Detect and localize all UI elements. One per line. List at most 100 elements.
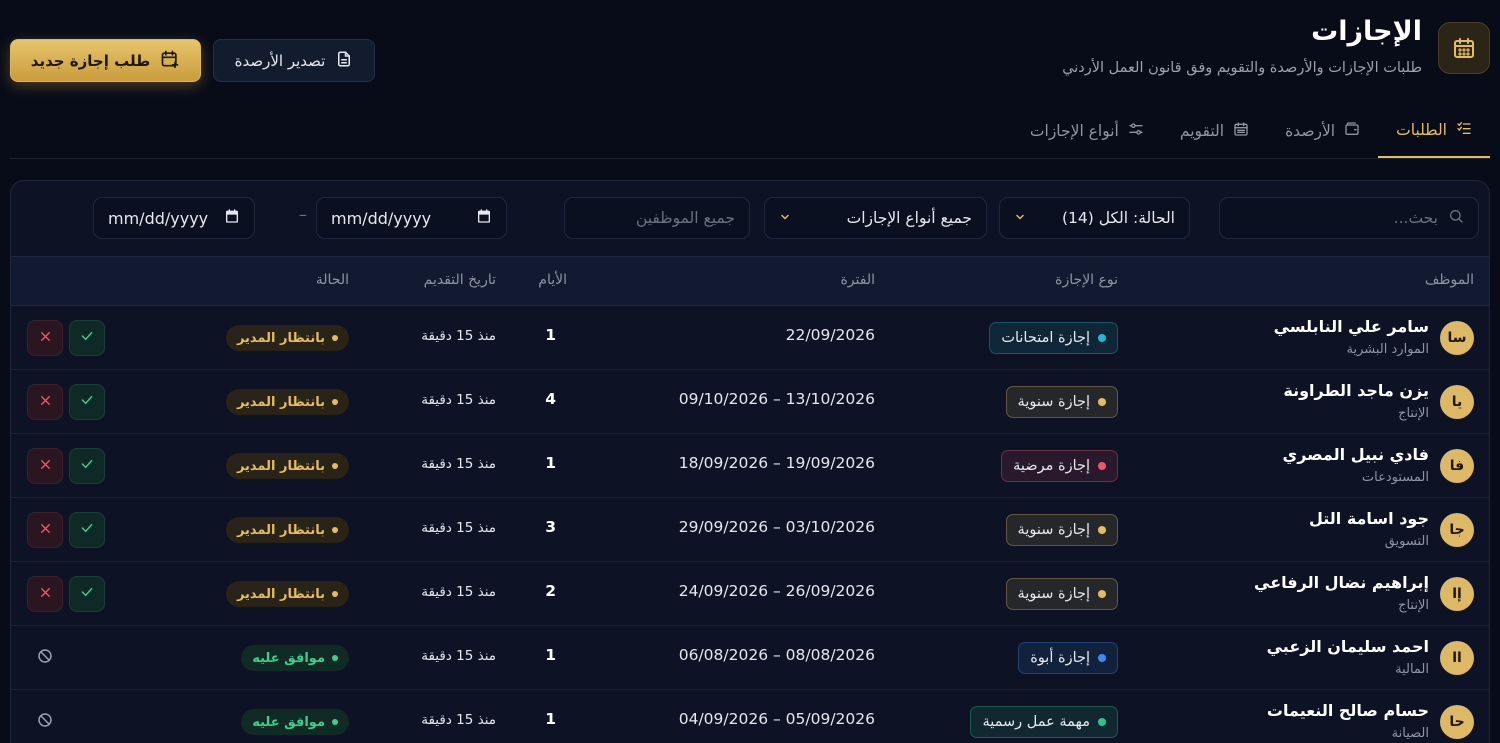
status-label: بانتظار المدير	[236, 330, 325, 346]
col-employee[interactable]: الموظف	[1425, 272, 1474, 288]
status-label: موافق عليه	[252, 714, 325, 730]
employee-name[interactable]: سامر علي النابلسي	[1274, 317, 1429, 336]
status-badge: بانتظار المدير	[225, 389, 349, 415]
status-badge: موافق عليه	[241, 709, 349, 735]
leave-period: 04/09/2026 – 05/09/2026	[678, 710, 875, 728]
avatar: جا	[1440, 513, 1474, 547]
table-row: يا يزن ماجد الطراونة الإنتاج إجازة سنوية 09/…	[11, 370, 1489, 434]
employee-filter-placeholder: جميع الموظفين	[635, 209, 735, 227]
leave-type-badge: إجازة امتحانات	[989, 322, 1118, 354]
search-placeholder: بحث...	[1393, 209, 1438, 227]
status-filter-select[interactable]: الحالة: الكل (14)	[999, 197, 1190, 239]
date-to-input[interactable]: mm/dd/yyyy	[93, 197, 255, 239]
tab-calendar[interactable]: التقويم	[1162, 104, 1267, 158]
calendar-icon	[1438, 22, 1490, 74]
col-days[interactable]: الأيام	[538, 272, 567, 288]
chevron-down-icon	[779, 209, 791, 227]
col-period[interactable]: الفترة	[840, 272, 875, 288]
close-icon	[38, 457, 53, 476]
leave-type-dot	[1098, 526, 1106, 534]
employee-filter-input[interactable]: جميع الموظفين	[564, 197, 750, 239]
tab-balances[interactable]: الأرصدة	[1267, 104, 1378, 158]
col-status[interactable]: الحالة	[316, 272, 349, 288]
avatar: فا	[1440, 449, 1474, 483]
submitted-at: منذ 15 دقيقة	[421, 392, 496, 408]
submitted-at: منذ 15 دقيقة	[421, 328, 496, 344]
search-icon	[1448, 208, 1464, 228]
check-icon	[79, 520, 95, 540]
cancel-request-button[interactable]	[27, 640, 63, 676]
leave-type-badge: إجازة مرضية	[1001, 450, 1118, 482]
leave-type-label: إجازة أبوة	[1030, 650, 1090, 666]
employee-name[interactable]: إبراهيم نضال الرفاعي	[1254, 573, 1429, 592]
status-dot	[332, 399, 338, 405]
employee-name[interactable]: احمد سليمان الزعبي	[1267, 637, 1429, 656]
leave-type-dot	[1098, 334, 1106, 342]
status-dot	[332, 463, 338, 469]
leave-period: 29/09/2026 – 03/10/2026	[678, 518, 875, 536]
avatar: حا	[1440, 705, 1474, 739]
calendar-grid-icon	[1233, 121, 1249, 141]
reject-button[interactable]	[27, 448, 63, 484]
col-submitted[interactable]: تاريخ التقديم	[424, 272, 496, 288]
table-row: حا حسام صالح النعيمات الصيانة مهمة عمل رسمي…	[11, 690, 1489, 743]
cancel-request-button[interactable]	[27, 704, 63, 740]
employee-name[interactable]: حسام صالح النعيمات	[1267, 701, 1429, 720]
table-row: اا احمد سليمان الزعبي المالية إجازة أبوة 06/…	[11, 626, 1489, 690]
approve-button[interactable]	[69, 576, 105, 612]
approve-button[interactable]	[69, 320, 105, 356]
calendar-plus-icon	[160, 49, 180, 73]
avatar: يا	[1440, 385, 1474, 419]
employee-department: الموارد البشرية	[1346, 342, 1429, 357]
leave-type-dot	[1098, 718, 1106, 726]
employee-department: المالية	[1395, 662, 1429, 677]
employee-name[interactable]: فادي نبيل المصري	[1283, 445, 1429, 464]
leave-type-label: إجازة امتحانات	[1001, 330, 1090, 346]
col-leave-type[interactable]: نوع الإجازة	[1055, 272, 1118, 288]
status-label: موافق عليه	[252, 650, 325, 666]
check-icon	[79, 584, 95, 604]
ban-icon	[36, 647, 54, 669]
leave-type-badge: إجازة سنوية	[1005, 514, 1118, 546]
status-dot	[332, 719, 338, 725]
leave-type-dot	[1098, 398, 1106, 406]
tab-leave-types[interactable]: أنواع الإجازات	[1012, 104, 1162, 158]
avatar: إا	[1440, 577, 1474, 611]
check-icon	[79, 456, 95, 476]
tab-requests-label: الطلبات	[1396, 121, 1447, 139]
approve-button[interactable]	[69, 512, 105, 548]
page-title: الإجازات	[1311, 16, 1422, 47]
leave-period: 09/10/2026 – 13/10/2026	[678, 390, 875, 408]
leave-type-label: إجازة سنوية	[1017, 394, 1090, 410]
search-input[interactable]: بحث...	[1219, 197, 1479, 239]
employee-name[interactable]: يزن ماجد الطراونة	[1283, 381, 1429, 400]
reject-button[interactable]	[27, 320, 63, 356]
calendar-icon	[224, 208, 240, 228]
employee-name[interactable]: جود اسامة التل	[1309, 509, 1429, 528]
approve-button[interactable]	[69, 384, 105, 420]
status-badge: موافق عليه	[241, 645, 349, 671]
leave-type-label: إجازة سنوية	[1017, 586, 1090, 602]
status-dot	[332, 591, 338, 597]
requests-panel: بحث... الحالة: الكل (14) جميع أنواع الإج…	[10, 180, 1490, 743]
leave-type-label: إجازة سنوية	[1017, 522, 1090, 538]
tab-requests[interactable]: الطلبات	[1378, 104, 1490, 158]
approve-button[interactable]	[69, 448, 105, 484]
close-icon	[38, 393, 53, 412]
leave-type-filter-select[interactable]: جميع أنواع الإجازات	[764, 197, 987, 239]
tab-balances-label: الأرصدة	[1285, 122, 1336, 140]
submitted-at: منذ 15 دقيقة	[421, 584, 496, 600]
leave-type-label: إجازة مرضية	[1013, 458, 1090, 474]
reject-button[interactable]	[27, 384, 63, 420]
calendar-icon	[476, 208, 492, 228]
leave-period: 18/09/2026 – 19/09/2026	[678, 454, 875, 472]
date-from-input[interactable]: mm/dd/yyyy	[316, 197, 507, 239]
export-balances-button[interactable]: تصدير الأرصدة	[213, 39, 375, 82]
reject-button[interactable]	[27, 512, 63, 548]
reject-button[interactable]	[27, 576, 63, 612]
tab-leave-types-label: أنواع الإجازات	[1029, 122, 1119, 140]
table-row: سا سامر علي النابلسي الموارد البشرية إجازة …	[11, 306, 1489, 370]
new-leave-request-button[interactable]: طلب إجازة جديد	[10, 39, 201, 82]
leave-days: 2	[545, 582, 556, 600]
wallet-icon	[1344, 121, 1360, 141]
